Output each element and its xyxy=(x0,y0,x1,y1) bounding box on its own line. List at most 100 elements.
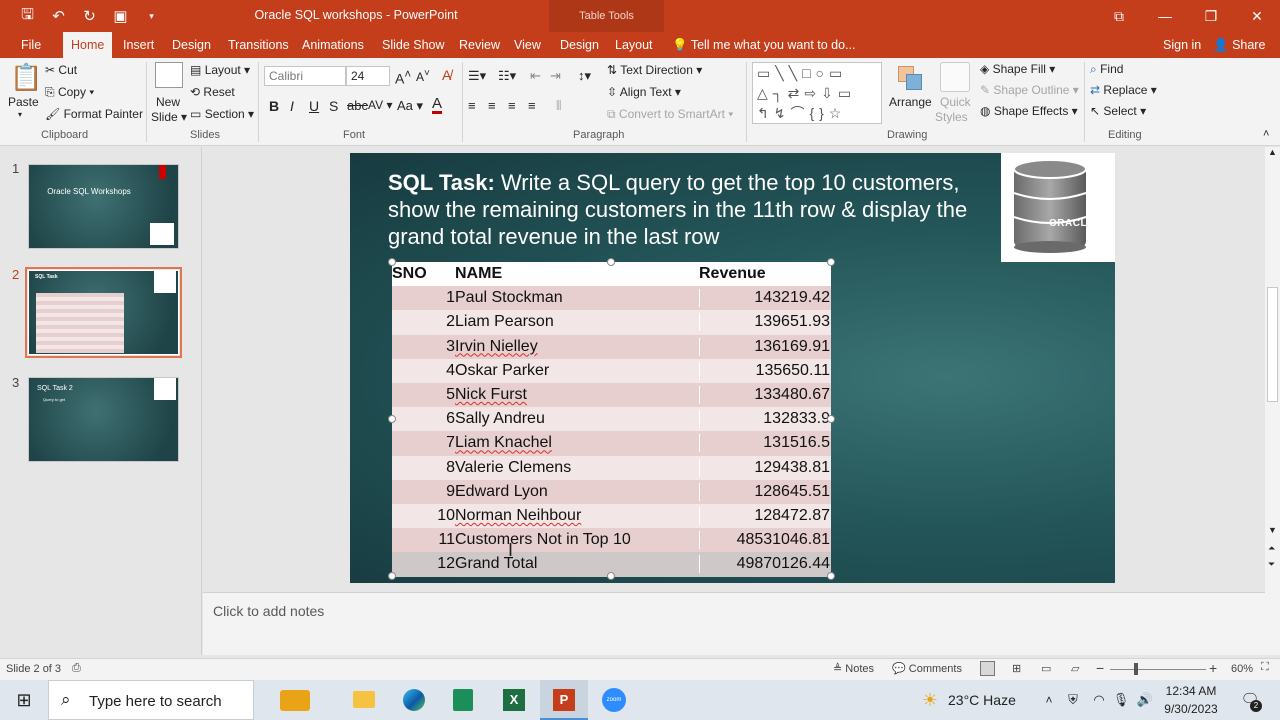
header-revenue[interactable]: Revenue xyxy=(699,265,831,283)
select-button[interactable]: ↖ Select ▾ xyxy=(1090,104,1146,118)
columns-icon[interactable]: ⫴ xyxy=(556,98,561,114)
paste-icon[interactable]: 📋 xyxy=(10,62,42,93)
shapes-gallery[interactable]: ▭╲╲□○▭ △┐⇄⇨⇩▭ ↰↯⌒{}☆ xyxy=(752,62,882,124)
slide-thumbnail-1[interactable]: Oracle SQL Workshops xyxy=(28,164,179,249)
cell-name[interactable]: Norman Neihbour xyxy=(455,507,699,525)
comments-toggle[interactable]: 💬 Comments xyxy=(892,662,962,675)
reset-button[interactable]: ⟲ Reset xyxy=(190,85,235,99)
cell-name[interactable]: Irvin Nielley xyxy=(455,338,699,356)
maximize-button[interactable]: ❐ xyxy=(1188,0,1234,32)
cell-sno[interactable]: 7 xyxy=(392,434,455,452)
shrink-font-icon[interactable]: A˅ xyxy=(416,68,430,84)
cell-revenue[interactable]: 133480.67 xyxy=(699,386,831,405)
zoom-slider[interactable] xyxy=(1110,669,1206,670)
copy-button[interactable]: ⎘ Copy ▾ xyxy=(45,85,94,100)
resize-handle[interactable] xyxy=(827,415,835,423)
cell-sno[interactable]: 3 xyxy=(392,338,455,356)
powerpoint-taskbar-icon[interactable]: P xyxy=(540,680,588,720)
clear-formatting-icon[interactable]: A̸ xyxy=(442,67,451,83)
cell-name[interactable]: Nick Furst xyxy=(455,386,699,404)
header-sno[interactable]: SNO xyxy=(392,265,455,283)
oracle-logo[interactable]: ORACLE xyxy=(1001,153,1115,262)
cell-revenue[interactable]: 139651.93 xyxy=(699,313,831,332)
tab-review[interactable]: Review xyxy=(459,32,500,58)
weather-text[interactable]: 23°C Haze xyxy=(948,680,1016,720)
italic-icon[interactable]: I xyxy=(290,98,294,114)
collapse-ribbon-icon[interactable]: ˄ xyxy=(1263,128,1269,140)
tab-slide-show[interactable]: Slide Show xyxy=(382,32,445,58)
resize-handle[interactable] xyxy=(607,258,615,266)
resize-handle[interactable] xyxy=(388,258,396,266)
resize-handle[interactable] xyxy=(827,572,835,580)
section-button[interactable]: ▭ Section ▾ xyxy=(190,107,254,121)
cell-name[interactable]: Sally Andreu xyxy=(455,410,699,428)
scroll-down-icon[interactable]: ▼ xyxy=(1268,525,1277,535)
cell-sno[interactable]: 8 xyxy=(392,459,455,477)
arrange-icon[interactable] xyxy=(894,62,926,94)
zoom-app-icon[interactable]: zoom xyxy=(596,680,632,720)
cell-name[interactable]: Paul Stockman xyxy=(455,289,699,307)
tab-transitions[interactable]: Transitions xyxy=(228,32,289,58)
bold-icon[interactable]: B xyxy=(269,98,279,114)
scroll-thumb[interactable] xyxy=(1267,287,1278,402)
windows-start-icon[interactable]: ⊞ xyxy=(0,680,48,720)
cell-sno[interactable]: 10 xyxy=(392,507,455,525)
green-app-icon[interactable] xyxy=(446,680,482,720)
align-left-icon[interactable]: ≡ xyxy=(468,98,476,113)
close-button[interactable]: ✕ xyxy=(1234,0,1280,32)
cell-sno[interactable]: 5 xyxy=(392,386,455,404)
notification-icon[interactable]: 🗨 xyxy=(1236,680,1264,720)
slideshow-view-icon[interactable]: ▱ xyxy=(1071,662,1079,675)
slide-title[interactable]: SQL Task: Write a SQL query to get the t… xyxy=(388,169,988,250)
cut-button[interactable]: ✂ Cut xyxy=(45,63,77,77)
paste-button[interactable]: Paste xyxy=(8,95,39,109)
sign-in-link[interactable]: Sign in xyxy=(1163,32,1201,58)
shape-effects-button[interactable]: ◍ Shape Effects ▾ xyxy=(980,104,1078,118)
slide-thumbnail-3[interactable]: SQL Task 2 Query to get xyxy=(28,377,179,462)
cell-revenue[interactable]: 129438.81 xyxy=(699,458,831,477)
spellcheck-icon[interactable]: ⎙ xyxy=(72,662,81,675)
normal-view-icon[interactable] xyxy=(980,661,995,676)
font-name-field[interactable]: Calibri xyxy=(264,66,346,86)
tab-design[interactable]: Design xyxy=(172,32,211,58)
arrange-button[interactable]: Arrange xyxy=(889,95,932,109)
slide-thumbnail-2[interactable]: SQL Task xyxy=(25,267,182,358)
vertical-scrollbar[interactable]: ▲ ▼ ⏶ ⏷ xyxy=(1265,147,1280,655)
tab-file[interactable]: File xyxy=(21,32,41,58)
edge-icon[interactable] xyxy=(396,680,432,720)
wifi-icon[interactable]: ◠ xyxy=(1090,680,1108,720)
tab-table-design[interactable]: Design xyxy=(560,32,599,58)
char-spacing-icon[interactable]: AV ▾ xyxy=(368,98,392,112)
clock-date[interactable]: 9/30/2023 xyxy=(1160,702,1222,716)
security-icon[interactable]: ⛨ xyxy=(1064,680,1082,720)
reading-view-icon[interactable]: ▭ xyxy=(1041,662,1051,675)
cell-revenue[interactable]: 49870126.44 xyxy=(699,555,831,574)
cell-sno[interactable]: 2 xyxy=(392,313,455,331)
notes-placeholder[interactable]: Click to add notes xyxy=(213,603,324,619)
excel-icon[interactable]: X xyxy=(496,680,532,720)
tab-table-layout[interactable]: Layout xyxy=(615,32,653,58)
increase-indent-icon[interactable]: ⇥ xyxy=(550,68,561,84)
resize-handle[interactable] xyxy=(388,572,396,580)
cell-name[interactable]: Liam Pearson xyxy=(455,313,699,331)
format-painter-button[interactable]: 🖌 Format Painter xyxy=(45,107,143,121)
cell-revenue[interactable]: 131516.5 xyxy=(699,434,831,453)
cell-sno[interactable]: 6 xyxy=(392,410,455,428)
replace-button[interactable]: ⇄ Replace ▾ xyxy=(1090,83,1157,97)
tab-insert[interactable]: Insert xyxy=(123,32,154,58)
microphone-icon[interactable]: 🎙 xyxy=(1112,680,1130,720)
cell-revenue[interactable]: 128472.87 xyxy=(699,507,831,526)
tab-view[interactable]: View xyxy=(514,32,541,58)
slide-sorter-icon[interactable]: ⊞ xyxy=(1012,662,1021,675)
line-spacing-icon[interactable]: ↕▾ xyxy=(578,68,591,84)
cell-revenue[interactable]: 135650.11 xyxy=(699,361,831,380)
cell-name[interactable]: Liam Knachel xyxy=(455,434,699,452)
convert-smartart-button[interactable]: ⧉ Convert to SmartArt ▾ xyxy=(607,107,733,122)
briefcase-icon[interactable] xyxy=(262,680,328,720)
file-explorer-icon[interactable] xyxy=(345,680,381,720)
cell-sno[interactable]: 11 xyxy=(392,531,455,549)
cell-name[interactable]: Grand Total xyxy=(455,555,699,573)
align-center-icon[interactable]: ≡ xyxy=(488,98,496,113)
new-slide-button[interactable]: New xyxy=(156,95,180,109)
header-name[interactable]: NAME xyxy=(455,265,699,283)
